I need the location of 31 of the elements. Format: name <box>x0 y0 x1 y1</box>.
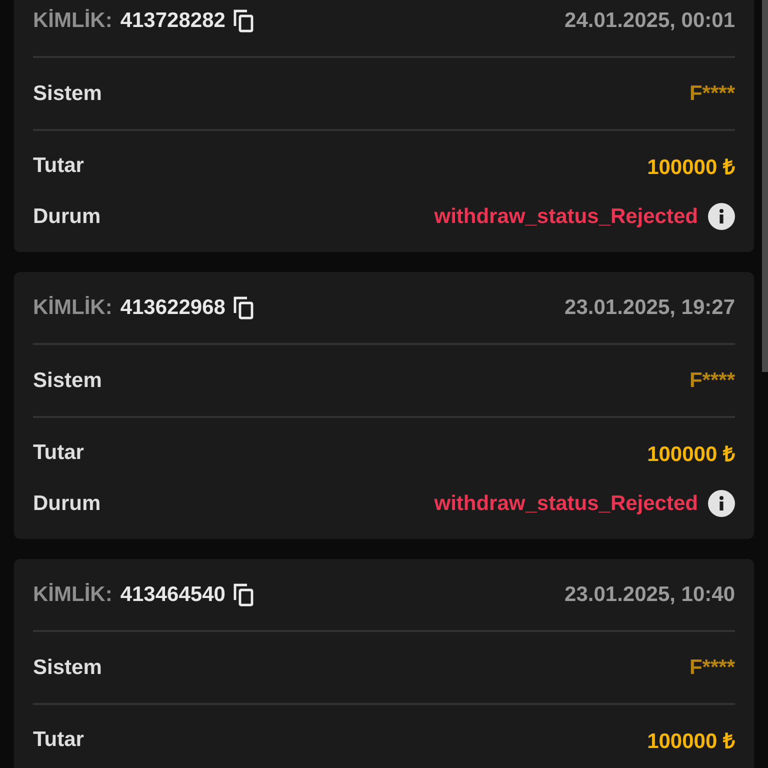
status-label: Durum <box>33 492 101 516</box>
system-value: F**** <box>689 656 735 680</box>
id-label: KİMLİK: <box>33 296 112 320</box>
amount-value: 100000 ₺ <box>647 728 735 754</box>
system-value: F**** <box>689 82 735 106</box>
id-label: KİMLİK: <box>33 8 112 32</box>
copy-icon[interactable] <box>233 582 256 606</box>
status-label: Durum <box>33 204 101 228</box>
transaction-date: 24.01.2025, 00:01 <box>564 8 735 32</box>
transaction-id: 413728282 <box>120 8 226 32</box>
transaction-date: 23.01.2025, 10:40 <box>564 582 735 606</box>
amount-label: Tutar <box>33 440 84 464</box>
status-value: withdraw_status_Rejected <box>434 492 698 516</box>
system-value: F**** <box>689 368 735 392</box>
transaction-id: 413464540 <box>120 582 226 606</box>
scrollbar-thumb[interactable] <box>762 0 768 372</box>
id-label: KİMLİK: <box>33 582 112 606</box>
system-label: Sistem <box>33 368 102 392</box>
status-value: withdraw_status_Rejected <box>434 204 698 228</box>
system-label: Sistem <box>33 656 102 680</box>
info-icon[interactable] <box>708 203 735 230</box>
system-label: Sistem <box>33 82 102 106</box>
transaction-date: 23.01.2025, 19:27 <box>564 296 735 320</box>
copy-icon[interactable] <box>233 296 256 320</box>
info-icon[interactable] <box>708 490 735 517</box>
amount-value: 100000 ₺ <box>647 442 735 466</box>
amount-label: Tutar <box>33 154 84 178</box>
amount-label: Tutar <box>33 728 84 752</box>
amount-value: 100000 ₺ <box>647 154 735 180</box>
transaction-id: 413622968 <box>120 296 226 320</box>
copy-icon[interactable] <box>233 8 256 32</box>
